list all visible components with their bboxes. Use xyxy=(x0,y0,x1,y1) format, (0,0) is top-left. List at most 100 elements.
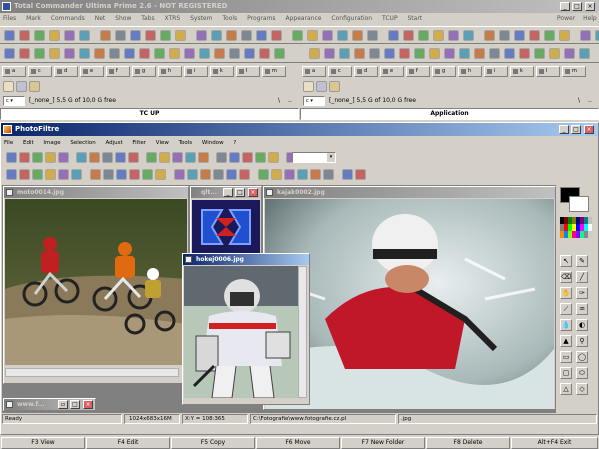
toolbar-icon[interactable] xyxy=(154,48,165,59)
toolbar-icon[interactable] xyxy=(239,169,250,180)
tc-menu-help[interactable]: Help xyxy=(583,15,597,22)
toolbar-icon[interactable] xyxy=(199,48,210,59)
toolbar-icon[interactable] xyxy=(307,30,318,41)
toolbar-icon[interactable] xyxy=(196,30,207,41)
tc-menu-files[interactable]: Files xyxy=(3,15,16,22)
drawing-tool-icon[interactable]: △ xyxy=(560,383,572,395)
hokej-vscrollbar[interactable] xyxy=(298,266,307,398)
drive-button-c[interactable]: c xyxy=(328,66,352,77)
toolbar-icon[interactable] xyxy=(463,30,474,41)
toolbar-icon[interactable] xyxy=(79,30,90,41)
toolbar-icon[interactable] xyxy=(34,30,45,41)
pf-menu-filter[interactable]: Filter xyxy=(132,140,146,146)
drawing-tool-icon[interactable]: ◯ xyxy=(576,351,588,363)
pf-menu-image[interactable]: Image xyxy=(43,140,60,146)
drive-icon[interactable] xyxy=(16,81,27,92)
right-drive-select[interactable]: c ▾ xyxy=(303,96,325,106)
drive-button-l[interactable]: l xyxy=(536,66,560,77)
toolbar-icon[interactable] xyxy=(355,169,366,180)
toolbar-icon[interactable] xyxy=(271,169,282,180)
toolbar-icon[interactable] xyxy=(103,169,114,180)
toolbar-icon[interactable] xyxy=(255,152,266,163)
f7-new-folder-button[interactable]: F7 New Folder xyxy=(341,437,425,449)
toolbar-icon[interactable] xyxy=(342,169,353,180)
toolbar-icon[interactable] xyxy=(268,152,279,163)
pf-menu-edit[interactable]: Edit xyxy=(23,140,34,146)
toolbar-icon[interactable] xyxy=(284,169,295,180)
toolbar-icon[interactable] xyxy=(271,30,282,41)
toolbar-icon[interactable] xyxy=(474,48,485,59)
toolbar-icon[interactable] xyxy=(489,48,500,59)
drive-button-e[interactable]: e xyxy=(380,66,404,77)
drawing-tool-icon[interactable]: ╱ xyxy=(576,271,588,283)
toolbar-icon[interactable] xyxy=(32,152,43,163)
toolbar-icon[interactable] xyxy=(19,169,30,180)
toolbar-icon[interactable] xyxy=(64,30,75,41)
left-root-button[interactable]: \ xyxy=(278,96,286,106)
tc-menu-start[interactable]: Start xyxy=(407,15,422,22)
drive-icon[interactable] xyxy=(316,81,327,92)
tab-left-tc-up[interactable]: TC UP xyxy=(0,108,299,120)
toolbar-icon[interactable] xyxy=(229,48,240,59)
toolbar-icon[interactable] xyxy=(242,152,253,163)
right-root-button[interactable]: \ xyxy=(578,96,586,106)
toolbar-icon[interactable] xyxy=(214,48,225,59)
palette-swatch[interactable] xyxy=(588,224,592,231)
toolbar-icon[interactable] xyxy=(433,30,444,41)
toolbar-icon[interactable] xyxy=(198,152,209,163)
drawing-tool-icon[interactable]: ♒ xyxy=(576,303,588,315)
toolbar-icon[interactable] xyxy=(49,30,60,41)
toolbar-icon[interactable] xyxy=(429,48,440,59)
tc-menu-tcup[interactable]: TCUP xyxy=(382,15,398,22)
tc-menu-appearance[interactable]: Appearance xyxy=(285,15,321,22)
toolbar-icon[interactable] xyxy=(484,30,495,41)
drawing-tool-icon[interactable]: ▢ xyxy=(560,367,572,379)
toolbar-icon[interactable] xyxy=(139,48,150,59)
drive-button-m[interactable]: m xyxy=(562,66,586,77)
pf-zoom-select[interactable]: ▾ xyxy=(292,152,336,163)
www-maximize-button[interactable]: □ xyxy=(70,400,80,409)
f5-copy-button[interactable]: F5 Copy xyxy=(171,437,255,449)
tc-menu-xtrs[interactable]: XTRS xyxy=(165,15,181,22)
toolbar-icon[interactable] xyxy=(128,152,139,163)
toolbar-icon[interactable] xyxy=(76,152,87,163)
drawing-tool-icon[interactable]: ⬭ xyxy=(576,367,588,379)
drive-button-f[interactable]: f xyxy=(106,66,130,77)
toolbar-icon[interactable] xyxy=(116,169,127,180)
drive-button-k[interactable]: k xyxy=(210,66,234,77)
toolbar-icon[interactable] xyxy=(418,30,429,41)
alt-f4-exit-button[interactable]: Alt+F4 Exit xyxy=(511,437,598,449)
drawing-tool-icon[interactable]: ◐ xyxy=(576,319,588,331)
left-drive-select[interactable]: c ▾ xyxy=(3,96,25,106)
pf-menu-help[interactable]: ? xyxy=(233,140,236,146)
color-palette[interactable] xyxy=(560,217,594,239)
toolbar-icon[interactable] xyxy=(534,48,545,59)
toolbar-icon[interactable] xyxy=(45,169,56,180)
pf-menu-tools[interactable]: Tools xyxy=(179,140,193,146)
drive-button-l[interactable]: l xyxy=(236,66,260,77)
drawing-tool-icon[interactable]: ✎ xyxy=(576,255,588,267)
www-close-button[interactable]: × xyxy=(83,400,93,409)
right-up-button[interactable]: .. xyxy=(588,96,596,106)
www-restore-button[interactable]: ▫ xyxy=(58,400,68,409)
toolbar-icon[interactable] xyxy=(89,152,100,163)
toolbar-icon[interactable] xyxy=(292,30,303,41)
toolbar-icon[interactable] xyxy=(115,30,126,41)
toolbar-icon[interactable] xyxy=(514,30,525,41)
tc-menu-configuration[interactable]: Configuration xyxy=(331,15,372,22)
pf-menu-selection[interactable]: Selection xyxy=(70,140,95,146)
toolbar-icon[interactable] xyxy=(580,30,591,41)
toolbar-icon[interactable] xyxy=(200,169,211,180)
qlt-maximize-button[interactable]: □ xyxy=(235,188,245,197)
toolbar-icon[interactable] xyxy=(324,48,335,59)
folder-icon[interactable] xyxy=(29,81,40,92)
pf-menu-view[interactable]: View xyxy=(156,140,169,146)
drive-button-a[interactable]: a xyxy=(2,66,26,77)
toolbar-icon[interactable] xyxy=(559,30,570,41)
toolbar-icon[interactable] xyxy=(564,48,575,59)
toolbar-icon[interactable] xyxy=(49,48,60,59)
toolbar-icon[interactable] xyxy=(529,30,540,41)
toolbar-icon[interactable] xyxy=(19,152,30,163)
drawing-tool-icon[interactable]: ✋ xyxy=(560,287,572,299)
f6-move-button[interactable]: F6 Move xyxy=(256,437,340,449)
